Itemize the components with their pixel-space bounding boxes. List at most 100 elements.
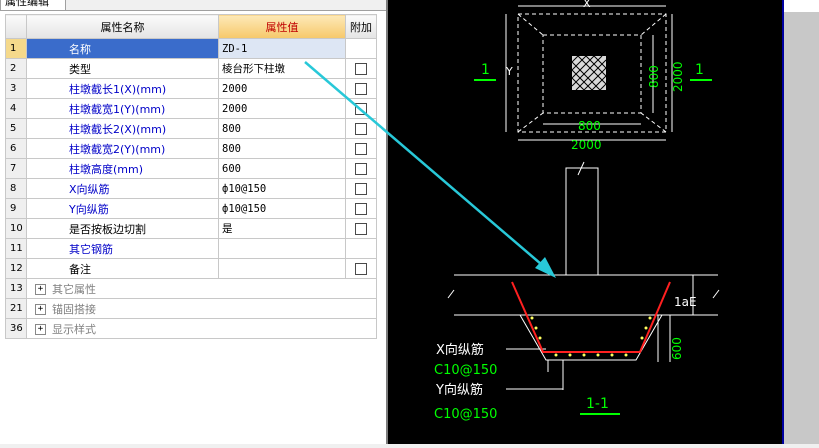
y-rebar-label: Y向纵筋 bbox=[435, 382, 483, 398]
right-scroll-strip bbox=[782, 0, 819, 444]
expand-icon[interactable]: + bbox=[35, 324, 46, 335]
property-value[interactable]: 棱台形下柱墩 bbox=[218, 58, 346, 79]
expand-icon[interactable]: + bbox=[35, 284, 46, 295]
name-column-header[interactable]: 属性名称 bbox=[26, 14, 219, 39]
extra-checkbox[interactable] bbox=[355, 223, 367, 235]
value-column-header[interactable]: 属性值 bbox=[218, 14, 346, 39]
extra-checkbox[interactable] bbox=[355, 143, 367, 155]
property-row[interactable]: 9 Y向纵筋 ф10@150 bbox=[5, 198, 377, 219]
extra-column-header[interactable]: 附加 bbox=[345, 14, 377, 39]
property-row[interactable]: 1 名称 ZD-1 bbox=[5, 38, 377, 59]
extra-checkbox[interactable] bbox=[355, 263, 367, 275]
extra-checkbox[interactable] bbox=[355, 183, 367, 195]
row-number: 11 bbox=[5, 238, 27, 259]
section-title: 1-1 bbox=[586, 396, 609, 412]
extra-cell bbox=[345, 78, 377, 99]
x-rebar-spec: C10@150 bbox=[434, 363, 497, 378]
extra-cell bbox=[345, 218, 377, 239]
extra-checkbox[interactable] bbox=[355, 63, 367, 75]
property-row[interactable]: 21 + 锚固搭接 bbox=[5, 298, 377, 319]
extra-checkbox[interactable] bbox=[355, 123, 367, 135]
property-name[interactable]: Y向纵筋 bbox=[26, 198, 219, 219]
extra-cell bbox=[345, 118, 377, 139]
extra-cell bbox=[345, 58, 377, 79]
grid-header-row: 属性名称 属性值 附加 bbox=[5, 14, 377, 39]
property-value[interactable] bbox=[218, 238, 346, 259]
row-number: 13 bbox=[5, 278, 27, 299]
row-number: 5 bbox=[5, 118, 27, 139]
property-value[interactable]: ф10@150 bbox=[218, 178, 346, 199]
tab-property-edit[interactable]: 属性编辑 bbox=[0, 0, 66, 10]
property-value[interactable]: 2000 bbox=[218, 98, 346, 119]
extra-checkbox[interactable] bbox=[355, 163, 367, 175]
property-row[interactable]: 4 柱墩截宽1(Y)(mm) 2000 bbox=[5, 98, 377, 119]
property-name[interactable]: 柱墩截宽2(Y)(mm) bbox=[26, 138, 219, 159]
property-value[interactable]: 800 bbox=[218, 138, 346, 159]
row-number: 21 bbox=[5, 298, 27, 319]
section-dim-height: 600 bbox=[670, 337, 684, 360]
property-row[interactable]: 3 柱墩截长1(X)(mm) 2000 bbox=[5, 78, 377, 99]
plan-dim-inner-width: 800 bbox=[578, 119, 601, 133]
property-value[interactable] bbox=[218, 258, 346, 279]
extra-cell bbox=[345, 258, 377, 279]
property-row[interactable]: 5 柱墩截长2(X)(mm) 800 bbox=[5, 118, 377, 139]
row-number: 10 bbox=[5, 218, 27, 239]
section-mark-right: 1 bbox=[695, 62, 704, 78]
extra-checkbox[interactable] bbox=[355, 203, 367, 215]
expand-icon[interactable]: + bbox=[35, 304, 46, 315]
property-name[interactable]: 备注 bbox=[26, 258, 219, 279]
property-name[interactable]: 柱墩截长2(X)(mm) bbox=[26, 118, 219, 139]
property-group[interactable]: + 显示样式 bbox=[26, 318, 377, 339]
property-row[interactable]: 6 柱墩截宽2(Y)(mm) 800 bbox=[5, 138, 377, 159]
plan-dim-x: X bbox=[583, 0, 591, 10]
row-number: 3 bbox=[5, 78, 27, 99]
property-row[interactable]: 36 + 显示样式 bbox=[5, 318, 377, 339]
property-name[interactable]: 柱墩高度(mm) bbox=[26, 158, 219, 179]
property-name[interactable]: 名称 bbox=[26, 38, 219, 59]
plan-dim-outer-height: 2000 bbox=[671, 61, 685, 92]
section-mark-left: 1 bbox=[481, 62, 490, 78]
extra-cell bbox=[345, 238, 377, 259]
extra-cell bbox=[345, 98, 377, 119]
property-name[interactable]: 其它钢筋 bbox=[26, 238, 219, 259]
property-value[interactable]: 800 bbox=[218, 118, 346, 139]
cad-drawing: X Y 800 2000 800 2000 1 1 1aE 600 X向纵筋 C… bbox=[434, 0, 720, 422]
cad-drawing-canvas[interactable]: X Y 800 2000 800 2000 1 1 1aE 600 X向纵筋 C… bbox=[388, 0, 782, 444]
extra-cell bbox=[345, 178, 377, 199]
plan-dim-outer-width: 2000 bbox=[571, 138, 602, 152]
plan-dim-y: Y bbox=[505, 65, 513, 78]
extra-cell bbox=[345, 138, 377, 159]
extra-checkbox[interactable] bbox=[355, 83, 367, 95]
property-name[interactable]: 柱墩截长1(X)(mm) bbox=[26, 78, 219, 99]
property-name[interactable]: X向纵筋 bbox=[26, 178, 219, 199]
property-name[interactable]: 柱墩截宽1(Y)(mm) bbox=[26, 98, 219, 119]
y-rebar-spec: C10@150 bbox=[434, 407, 497, 422]
tab-strip: 属性编辑 bbox=[0, 0, 386, 11]
property-row[interactable]: 8 X向纵筋 ф10@150 bbox=[5, 178, 377, 199]
row-number: 12 bbox=[5, 258, 27, 279]
property-row[interactable]: 12 备注 bbox=[5, 258, 377, 279]
property-value[interactable]: ZD-1 bbox=[218, 38, 346, 59]
property-row[interactable]: 7 柱墩高度(mm) 600 bbox=[5, 158, 377, 179]
group-label: 显示样式 bbox=[52, 322, 96, 336]
property-name[interactable]: 是否按板边切割 bbox=[26, 218, 219, 239]
property-row[interactable]: 11 其它钢筋 bbox=[5, 238, 377, 259]
property-editor-panel: 属性编辑 属性名称 属性值 附加 1 名称 ZD-1 2 类型 棱台形下柱墩 3 柱墩截长1(… bbox=[0, 0, 386, 444]
property-value[interactable]: 2000 bbox=[218, 78, 346, 99]
property-value[interactable]: ф10@150 bbox=[218, 198, 346, 219]
property-group[interactable]: + 其它属性 bbox=[26, 278, 377, 299]
property-row[interactable]: 10 是否按板边切割是 bbox=[5, 218, 377, 239]
property-group[interactable]: + 锚固搭接 bbox=[26, 298, 377, 319]
extra-cell bbox=[345, 158, 377, 179]
section-column bbox=[565, 167, 599, 275]
property-row[interactable]: 2 类型 棱台形下柱墩 bbox=[5, 58, 377, 79]
lae-label: 1aE bbox=[674, 295, 697, 309]
property-name[interactable]: 类型 bbox=[26, 58, 219, 79]
property-value[interactable]: 600 bbox=[218, 158, 346, 179]
property-value[interactable]: 是 bbox=[218, 218, 346, 239]
group-label: 锚固搭接 bbox=[52, 302, 96, 316]
property-row[interactable]: 13 + 其它属性 bbox=[5, 278, 377, 299]
x-rebar-label: X向纵筋 bbox=[436, 342, 484, 358]
extra-checkbox[interactable] bbox=[355, 103, 367, 115]
row-number: 8 bbox=[5, 178, 27, 199]
